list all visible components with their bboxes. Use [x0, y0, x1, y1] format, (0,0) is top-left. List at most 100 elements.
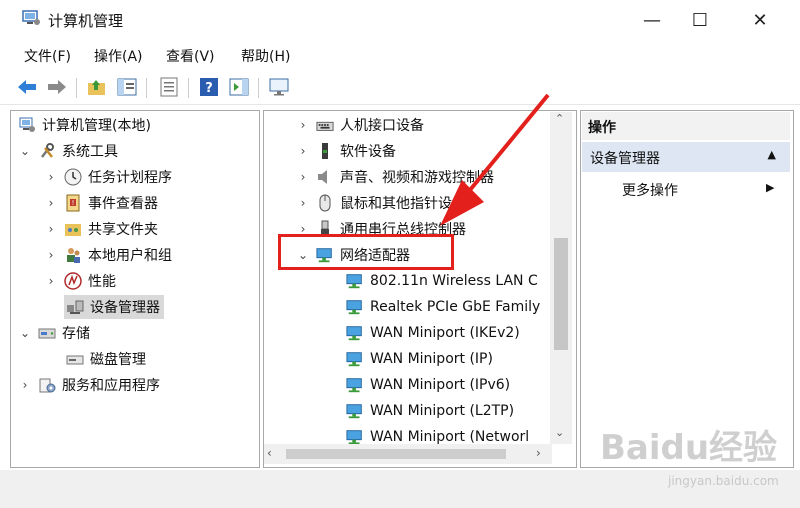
- tree-item-services[interactable]: › 服务和应用程序: [18, 373, 160, 397]
- users-icon: [64, 246, 82, 264]
- network-adapter-icon: [346, 350, 364, 368]
- action-pane-button[interactable]: [228, 76, 250, 98]
- tree-label: 共享文件夹: [88, 222, 158, 238]
- device-category-label: 人机接口设备: [340, 118, 424, 134]
- scroll-right-icon[interactable]: ›: [536, 446, 541, 460]
- network-adapter-label: WAN Miniport (IP): [370, 351, 493, 367]
- show-hide-tree-icon: [117, 78, 137, 96]
- chevron-right-icon[interactable]: ›: [18, 378, 32, 392]
- network-adapter-icon: [346, 272, 364, 290]
- scroll-left-icon[interactable]: ‹: [267, 446, 272, 460]
- toolbar-separator: [76, 78, 77, 98]
- scroll-up-icon[interactable]: ⌃: [555, 112, 564, 125]
- more-actions-item[interactable]: 更多操作: [622, 180, 678, 200]
- chevron-down-icon[interactable]: ⌄: [18, 326, 32, 340]
- device-category-software[interactable]: › 软件设备: [296, 139, 396, 163]
- maximize-icon: ☐: [691, 9, 709, 31]
- tree-label: 系统工具: [62, 144, 118, 160]
- network-adapter-icon: [346, 376, 364, 394]
- minimize-icon: —: [643, 9, 661, 31]
- back-arrow-icon: [18, 80, 36, 94]
- network-adapter-label: Realtek PCIe GbE Family: [370, 299, 541, 315]
- performance-icon: [64, 272, 82, 290]
- tree-item-local-users[interactable]: › 本地用户和组: [44, 243, 172, 267]
- tree-item-task-scheduler[interactable]: › 任务计划程序: [44, 165, 172, 189]
- chevron-right-icon[interactable]: ›: [296, 170, 310, 184]
- submenu-arrow-icon[interactable]: ▶: [766, 181, 774, 194]
- chevron-right-icon[interactable]: ›: [44, 274, 58, 288]
- help-icon: ?: [200, 78, 218, 96]
- chevron-right-icon[interactable]: ›: [44, 222, 58, 236]
- collapse-up-icon[interactable]: ▲: [768, 148, 776, 161]
- close-icon: ✕: [752, 9, 768, 31]
- network-adapter-item[interactable]: WAN Miniport (IP): [340, 347, 493, 371]
- hid-icon: [316, 116, 334, 134]
- scroll-down-icon[interactable]: ⌄: [555, 426, 564, 439]
- network-adapter-item[interactable]: WAN Miniport (IPv6): [340, 373, 510, 397]
- actions-section-device-manager[interactable]: 设备管理器 ▲: [582, 142, 790, 172]
- forward-button[interactable]: [46, 76, 68, 98]
- tree-label: 服务和应用程序: [62, 378, 160, 394]
- toolbar-separator: [188, 78, 189, 98]
- network-adapter-item[interactable]: WAN Miniport (IKEv2): [340, 321, 520, 345]
- help-button[interactable]: ?: [198, 76, 220, 98]
- clock-icon: [64, 168, 82, 186]
- software-device-icon: [316, 142, 334, 160]
- device-category-sound[interactable]: › 声音、视频和游戏控制器: [296, 165, 494, 189]
- disk-icon: [66, 350, 84, 368]
- tree-item-shared-folders[interactable]: › 共享文件夹: [44, 217, 158, 241]
- network-adapter-icon: [346, 324, 364, 342]
- monitor-icon: [269, 78, 289, 96]
- tools-icon: [38, 142, 56, 160]
- network-adapter-icon: [346, 298, 364, 316]
- toolbar-separator: [146, 78, 147, 98]
- network-adapter-label: WAN Miniport (Networl: [370, 429, 530, 445]
- window-title: 计算机管理: [48, 12, 124, 30]
- tree-label: 磁盘管理: [90, 352, 146, 368]
- tree-label: 任务计划程序: [88, 170, 172, 186]
- chevron-right-icon[interactable]: ›: [296, 118, 310, 132]
- chevron-right-icon[interactable]: ›: [44, 170, 58, 184]
- menu-file[interactable]: 文件(F): [24, 46, 71, 66]
- network-adapter-item[interactable]: 802.11n Wireless LAN C: [340, 269, 538, 293]
- back-button[interactable]: [16, 76, 38, 98]
- horizontal-scroll-thumb[interactable]: [286, 449, 506, 459]
- show-hide-tree-button[interactable]: [116, 76, 138, 98]
- menu-action[interactable]: 操作(A): [94, 46, 143, 66]
- vertical-scroll-thumb[interactable]: [554, 238, 568, 350]
- maximize-button[interactable]: ☐: [670, 0, 730, 40]
- monitor-button[interactable]: [268, 76, 290, 98]
- chevron-right-icon[interactable]: ›: [296, 196, 310, 210]
- device-manager-icon: [66, 298, 84, 316]
- baidu-watermark: Baidu经验: [600, 428, 778, 468]
- device-category-hid[interactable]: › 人机接口设备: [296, 113, 424, 137]
- device-category-label: 声音、视频和游戏控制器: [340, 170, 494, 186]
- tree-item-system-tools[interactable]: ⌄ 系统工具: [18, 139, 118, 163]
- tree-item-event-viewer[interactable]: › ! 事件查看器: [44, 191, 158, 215]
- properties-button[interactable]: [158, 76, 180, 98]
- network-adapter-item[interactable]: Realtek PCIe GbE Family: [340, 295, 540, 319]
- device-category-mouse[interactable]: › 鼠标和其他指针设备: [296, 191, 466, 215]
- close-button[interactable]: ✕: [730, 0, 790, 40]
- tree-root[interactable]: 计算机管理(本地): [12, 113, 151, 137]
- tree-item-device-manager[interactable]: 设备管理器: [64, 295, 164, 319]
- menu-view[interactable]: 查看(V): [166, 46, 215, 66]
- chevron-right-icon[interactable]: ›: [296, 144, 310, 158]
- tree-label: 本地用户和组: [88, 248, 172, 264]
- baidu-watermark-url: jingyan.baidu.com: [668, 474, 779, 488]
- up-button[interactable]: [86, 76, 108, 98]
- tree-item-performance[interactable]: › 性能: [44, 269, 116, 293]
- toolbar-separator: [258, 78, 259, 98]
- network-adapter-icon: [346, 402, 364, 420]
- device-category-label: 软件设备: [340, 144, 396, 160]
- tree-item-disk-management[interactable]: 磁盘管理: [64, 347, 146, 371]
- storage-icon: [38, 324, 56, 342]
- chevron-right-icon[interactable]: ›: [44, 248, 58, 262]
- chevron-down-icon[interactable]: ⌄: [18, 144, 32, 158]
- forward-arrow-icon: [48, 80, 66, 94]
- network-adapter-label: WAN Miniport (IKEv2): [370, 325, 520, 341]
- network-adapter-item[interactable]: WAN Miniport (L2TP): [340, 399, 514, 423]
- tree-item-storage[interactable]: ⌄ 存储: [18, 321, 90, 345]
- chevron-right-icon[interactable]: ›: [44, 196, 58, 210]
- menu-help[interactable]: 帮助(H): [241, 46, 290, 66]
